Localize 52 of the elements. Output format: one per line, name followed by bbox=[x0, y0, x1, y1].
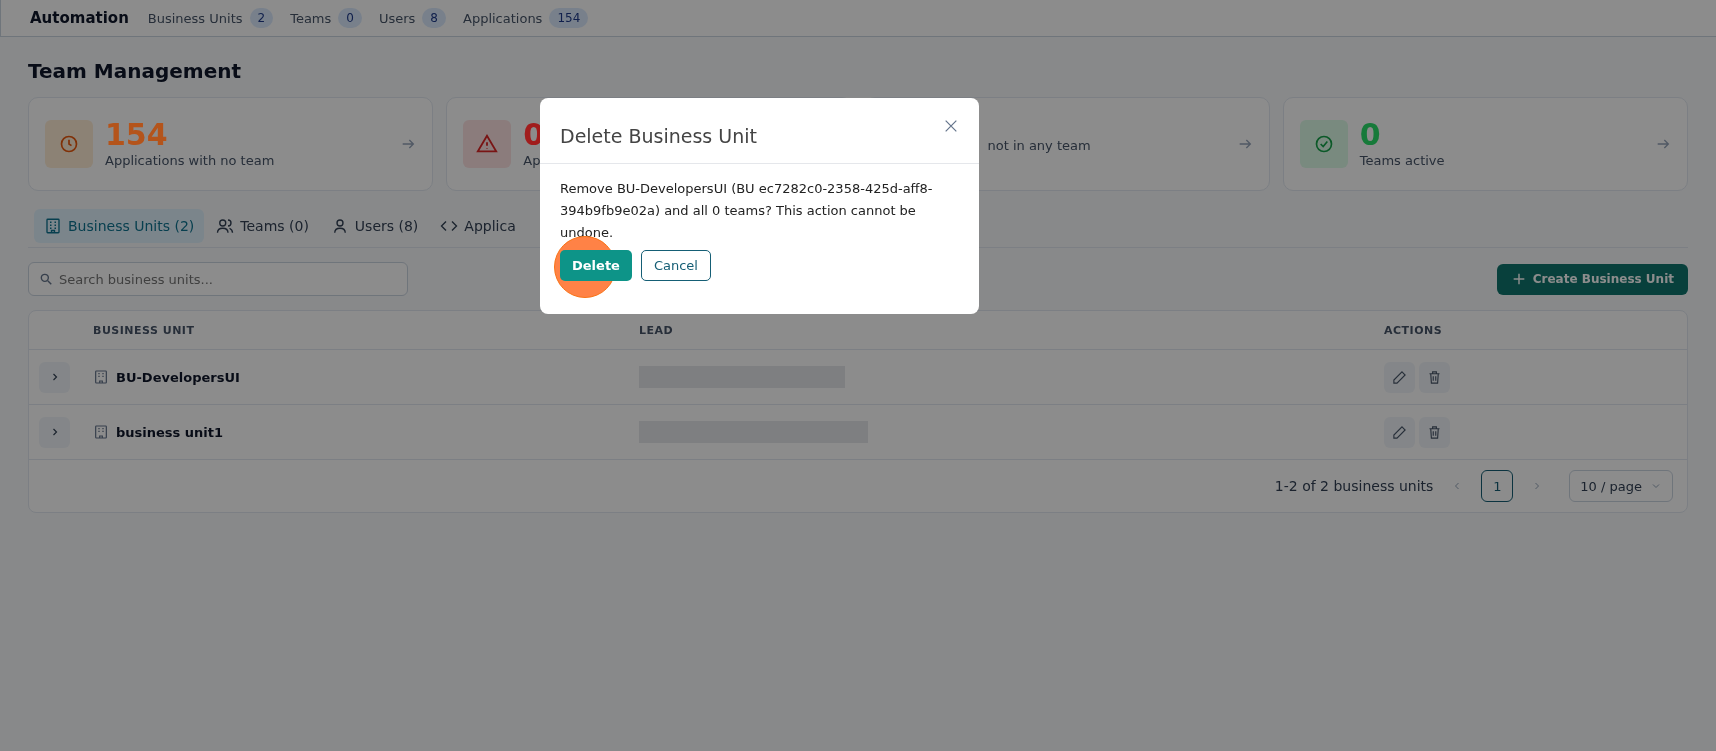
search-icon bbox=[39, 272, 53, 286]
confirm-delete-button[interactable]: Delete bbox=[560, 250, 632, 281]
column-header: LEAD bbox=[639, 323, 674, 337]
close-icon[interactable] bbox=[943, 118, 959, 134]
create-button[interactable]: Create Business Unit bbox=[1496, 263, 1688, 295]
building-icon bbox=[93, 369, 109, 385]
nav-link[interactable]: Applications bbox=[463, 10, 543, 26]
pencil-icon bbox=[1392, 369, 1407, 385]
stat-label: not in any team bbox=[987, 138, 1092, 153]
check-circle-icon bbox=[1313, 134, 1334, 154]
stat-label: Teams active bbox=[1359, 153, 1446, 168]
pagination-summary: 1-2 of 2 business units bbox=[1274, 478, 1434, 494]
count-badge: 2 bbox=[249, 8, 274, 28]
column-header: ACTIONS bbox=[1384, 323, 1443, 337]
dialog-title: Delete Business Unit bbox=[560, 123, 757, 147]
nav-link[interactable]: Users bbox=[378, 10, 416, 26]
people-icon bbox=[216, 217, 235, 235]
building-icon bbox=[93, 424, 109, 440]
count-badge: 0 bbox=[338, 8, 362, 28]
page-title: Team Management bbox=[28, 59, 243, 83]
stat-card[interactable]: 154 Applications with no team bbox=[28, 97, 434, 191]
trash-icon bbox=[1427, 369, 1442, 385]
tab[interactable]: Teams (0) bbox=[206, 209, 319, 243]
count-badge: 8 bbox=[422, 8, 446, 28]
stat-label: Applications with no team bbox=[105, 153, 276, 168]
stat-label: Ap bbox=[523, 153, 542, 168]
edit-button[interactable] bbox=[1384, 361, 1415, 393]
nav-link[interactable]: Business Units bbox=[147, 10, 243, 26]
tab[interactable]: Applica bbox=[430, 209, 526, 243]
stat-value: 0 bbox=[1359, 120, 1381, 150]
trash-icon bbox=[1427, 424, 1442, 440]
table-cell: business unit1 bbox=[116, 424, 224, 440]
stat-value: 154 bbox=[105, 120, 168, 150]
edit-button[interactable] bbox=[1384, 416, 1415, 448]
pencil-icon bbox=[1392, 424, 1407, 440]
app-title: Automation bbox=[30, 9, 129, 27]
clock-icon bbox=[59, 134, 79, 154]
delete-button[interactable] bbox=[1419, 361, 1450, 393]
tab[interactable]: Users (8) bbox=[320, 209, 429, 243]
warning-icon bbox=[476, 133, 499, 155]
tab[interactable]: Business Units (2) bbox=[34, 209, 205, 243]
column-header: BUSINESS UNIT bbox=[93, 323, 195, 337]
delete-button[interactable] bbox=[1419, 416, 1450, 448]
nav-link[interactable]: Teams bbox=[290, 10, 332, 26]
count-badge: 154 bbox=[549, 8, 589, 28]
building-icon bbox=[44, 217, 62, 235]
table-cell: BU-DevelopersUI bbox=[116, 369, 240, 385]
cancel-button[interactable]: Cancel bbox=[640, 250, 711, 281]
page-size-select[interactable]: 10 / page bbox=[1569, 470, 1673, 502]
search-field[interactable]: Search business units... bbox=[28, 262, 408, 296]
page-button[interactable]: 1 bbox=[1481, 470, 1514, 502]
stat-card[interactable]: 0 Teams active bbox=[1282, 97, 1688, 191]
